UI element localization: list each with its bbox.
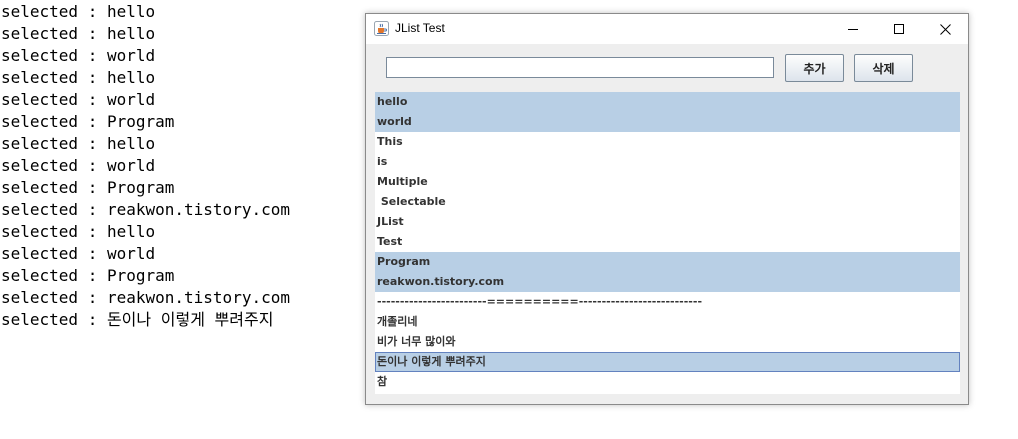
console-line: selected : world [1,156,156,175]
console-line: selected : Program [1,112,175,131]
list-item[interactable]: 개졸리네 [375,312,960,332]
add-button[interactable]: 추가 [785,54,844,82]
console-line: selected : hello [1,134,156,153]
list-item[interactable]: Multiple [375,172,960,192]
list-item[interactable]: Program [375,252,960,272]
console-line: selected : reakwon.tistory.com [1,288,290,307]
maximize-button[interactable] [876,14,922,44]
console-line: selected : hello [1,24,156,43]
list-item[interactable]: is [375,152,960,172]
console-line: selected : world [1,244,156,263]
console-line: selected : world [1,90,156,109]
item-text-input[interactable] [386,57,774,78]
delete-button[interactable]: 삭제 [854,54,913,82]
list-item[interactable]: hello [375,92,960,112]
list-item[interactable]: world [375,112,960,132]
console-line: selected : hello [1,2,156,21]
close-icon [939,23,951,35]
console-line: selected : Program [1,266,175,285]
console-line: selected : world [1,46,156,65]
window-title: JList Test [395,21,445,35]
list-item[interactable]: JList [375,212,960,232]
list-item[interactable]: 비가 너무 많이와 [375,332,960,352]
minimize-button[interactable] [830,14,876,44]
list-item[interactable]: Test [375,232,960,252]
console-line: selected : Program [1,178,175,197]
list-item[interactable]: Selectable [375,192,960,212]
close-button[interactable] [922,14,968,44]
java-cup-icon [374,21,389,36]
jlist-test-window: JList Test 추가 삭제 hello world This is Multipl… [365,13,969,405]
list-item[interactable]: 돈이나 이렇게 뿌려주지 [375,352,960,372]
list-item[interactable]: ------------------------==========------… [375,292,960,312]
list-item[interactable]: reakwon.tistory.com [375,272,960,292]
console-line: selected : hello [1,68,156,87]
list-item[interactable]: 참 [375,372,960,392]
console-line: selected : reakwon.tistory.com [1,200,290,219]
item-list[interactable]: hello world This is Multiple Selectable JList… [375,92,960,394]
maximize-icon [894,24,904,34]
console-line: selected : 돈이나 이렇게 뿌려주지 [1,310,274,329]
list-item[interactable]: This [375,132,960,152]
title-bar[interactable]: JList Test [366,14,968,44]
console-output: selected : hello selected : hello select… [1,1,356,331]
minimize-icon [848,24,858,34]
console-line: selected : hello [1,222,156,241]
